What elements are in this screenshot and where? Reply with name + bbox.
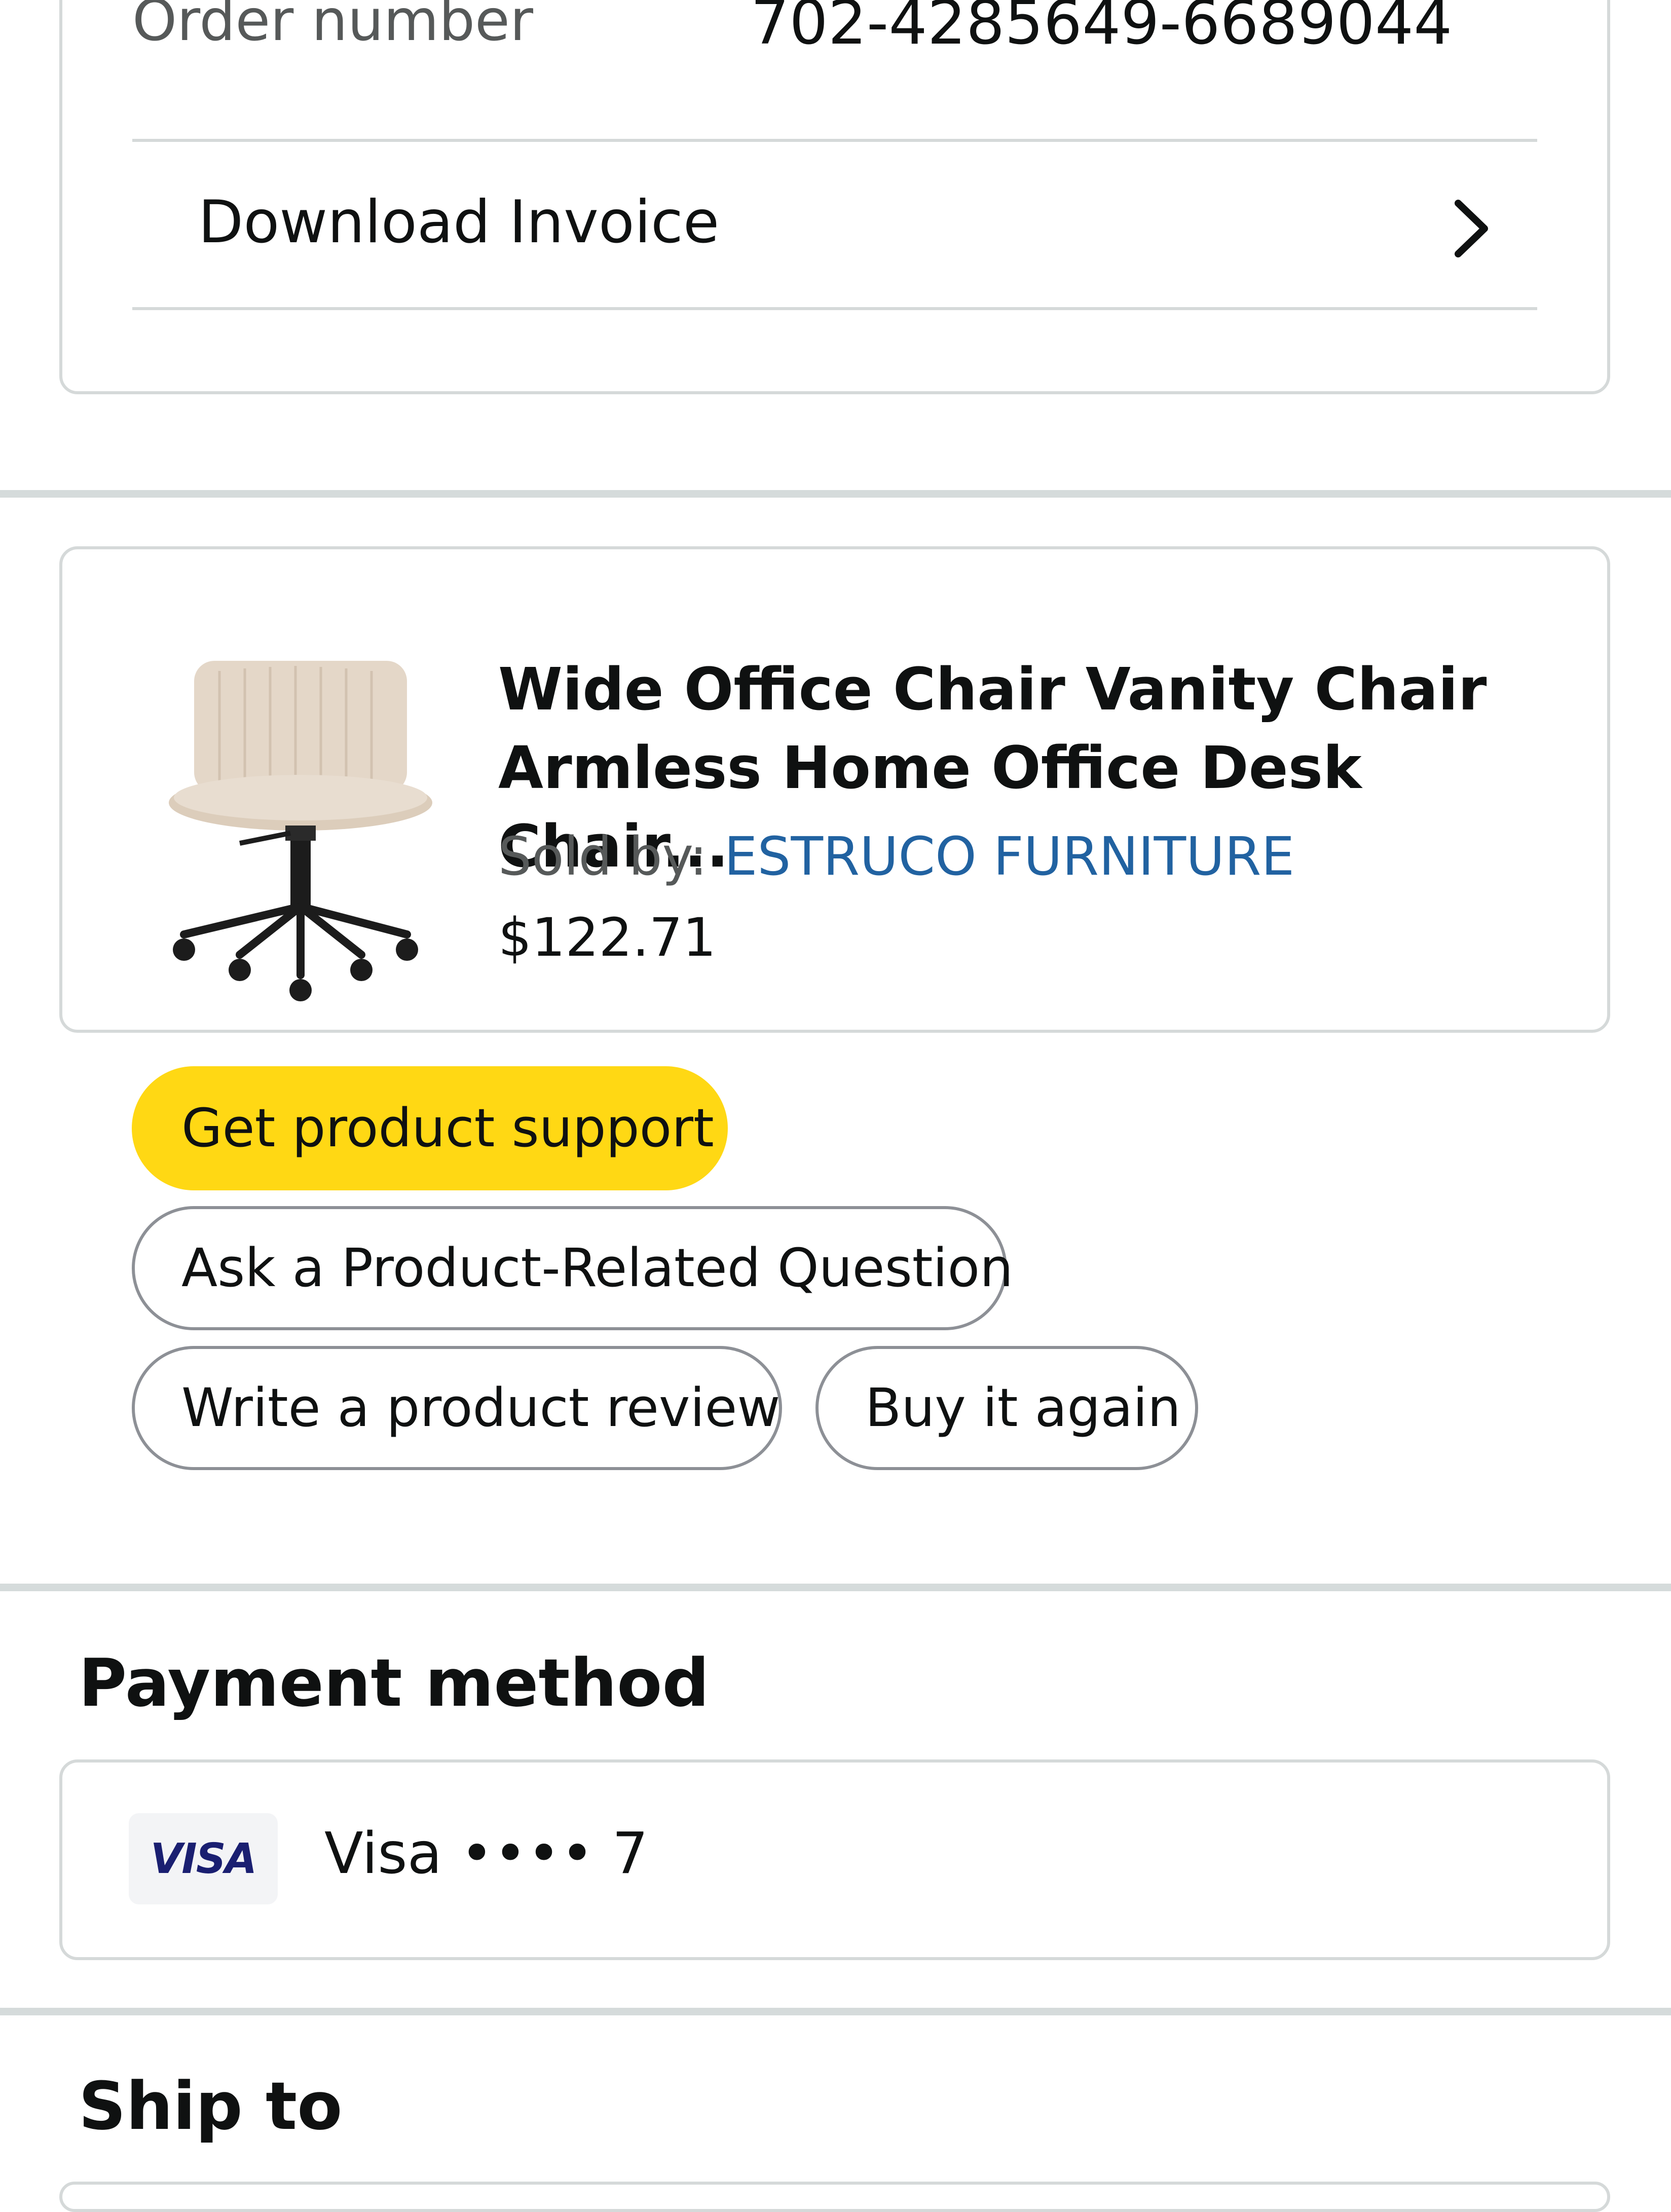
download-invoice-label: Download Invoice — [198, 188, 720, 256]
sold-by: Sold by: ESTRUCO FURNITURE — [498, 826, 1294, 887]
divider — [132, 307, 1537, 310]
office-chair-image[interactable] — [164, 651, 437, 1005]
ship-to-card — [59, 2182, 1610, 2212]
chevron-right-icon — [1455, 200, 1488, 257]
order-number-label: Order number — [132, 0, 533, 54]
product-price: $122.71 — [498, 907, 717, 968]
section-divider — [0, 2008, 1671, 2015]
get-product-support-button[interactable]: Get product support — [132, 1066, 728, 1190]
sold-by-label: Sold by: — [498, 826, 724, 887]
download-invoice-row[interactable]: Download Invoice — [132, 142, 1537, 310]
product-card: Wide Office Chair Vanity Chair Armless H… — [59, 546, 1610, 1470]
order-number-row: Order number 702-4285649-6689044 — [132, 0, 1537, 140]
order-info-card: Order number 702-4285649-6689044 Downloa… — [59, 0, 1610, 394]
section-divider — [0, 1584, 1671, 1591]
order-number-value: 702-4285649-6689044 — [751, 0, 1453, 58]
payment-method-heading: Payment method — [79, 1644, 710, 1721]
divider — [132, 139, 1537, 142]
card-number-text: Visa •••• 7 — [324, 1821, 648, 1887]
seller-link[interactable]: ESTRUCO FURNITURE — [724, 826, 1294, 887]
payment-method-card[interactable]: VISA Visa •••• 7 — [59, 1759, 1610, 1960]
ask-question-button[interactable]: Ask a Product-Related Question — [132, 1206, 1013, 1330]
visa-logo: VISA — [129, 1813, 278, 1904]
buy-again-button[interactable]: Buy it again — [815, 1346, 1198, 1470]
write-review-button[interactable]: Write a product review — [132, 1346, 782, 1470]
ship-to-heading: Ship to — [79, 2068, 343, 2145]
section-divider — [0, 490, 1671, 498]
